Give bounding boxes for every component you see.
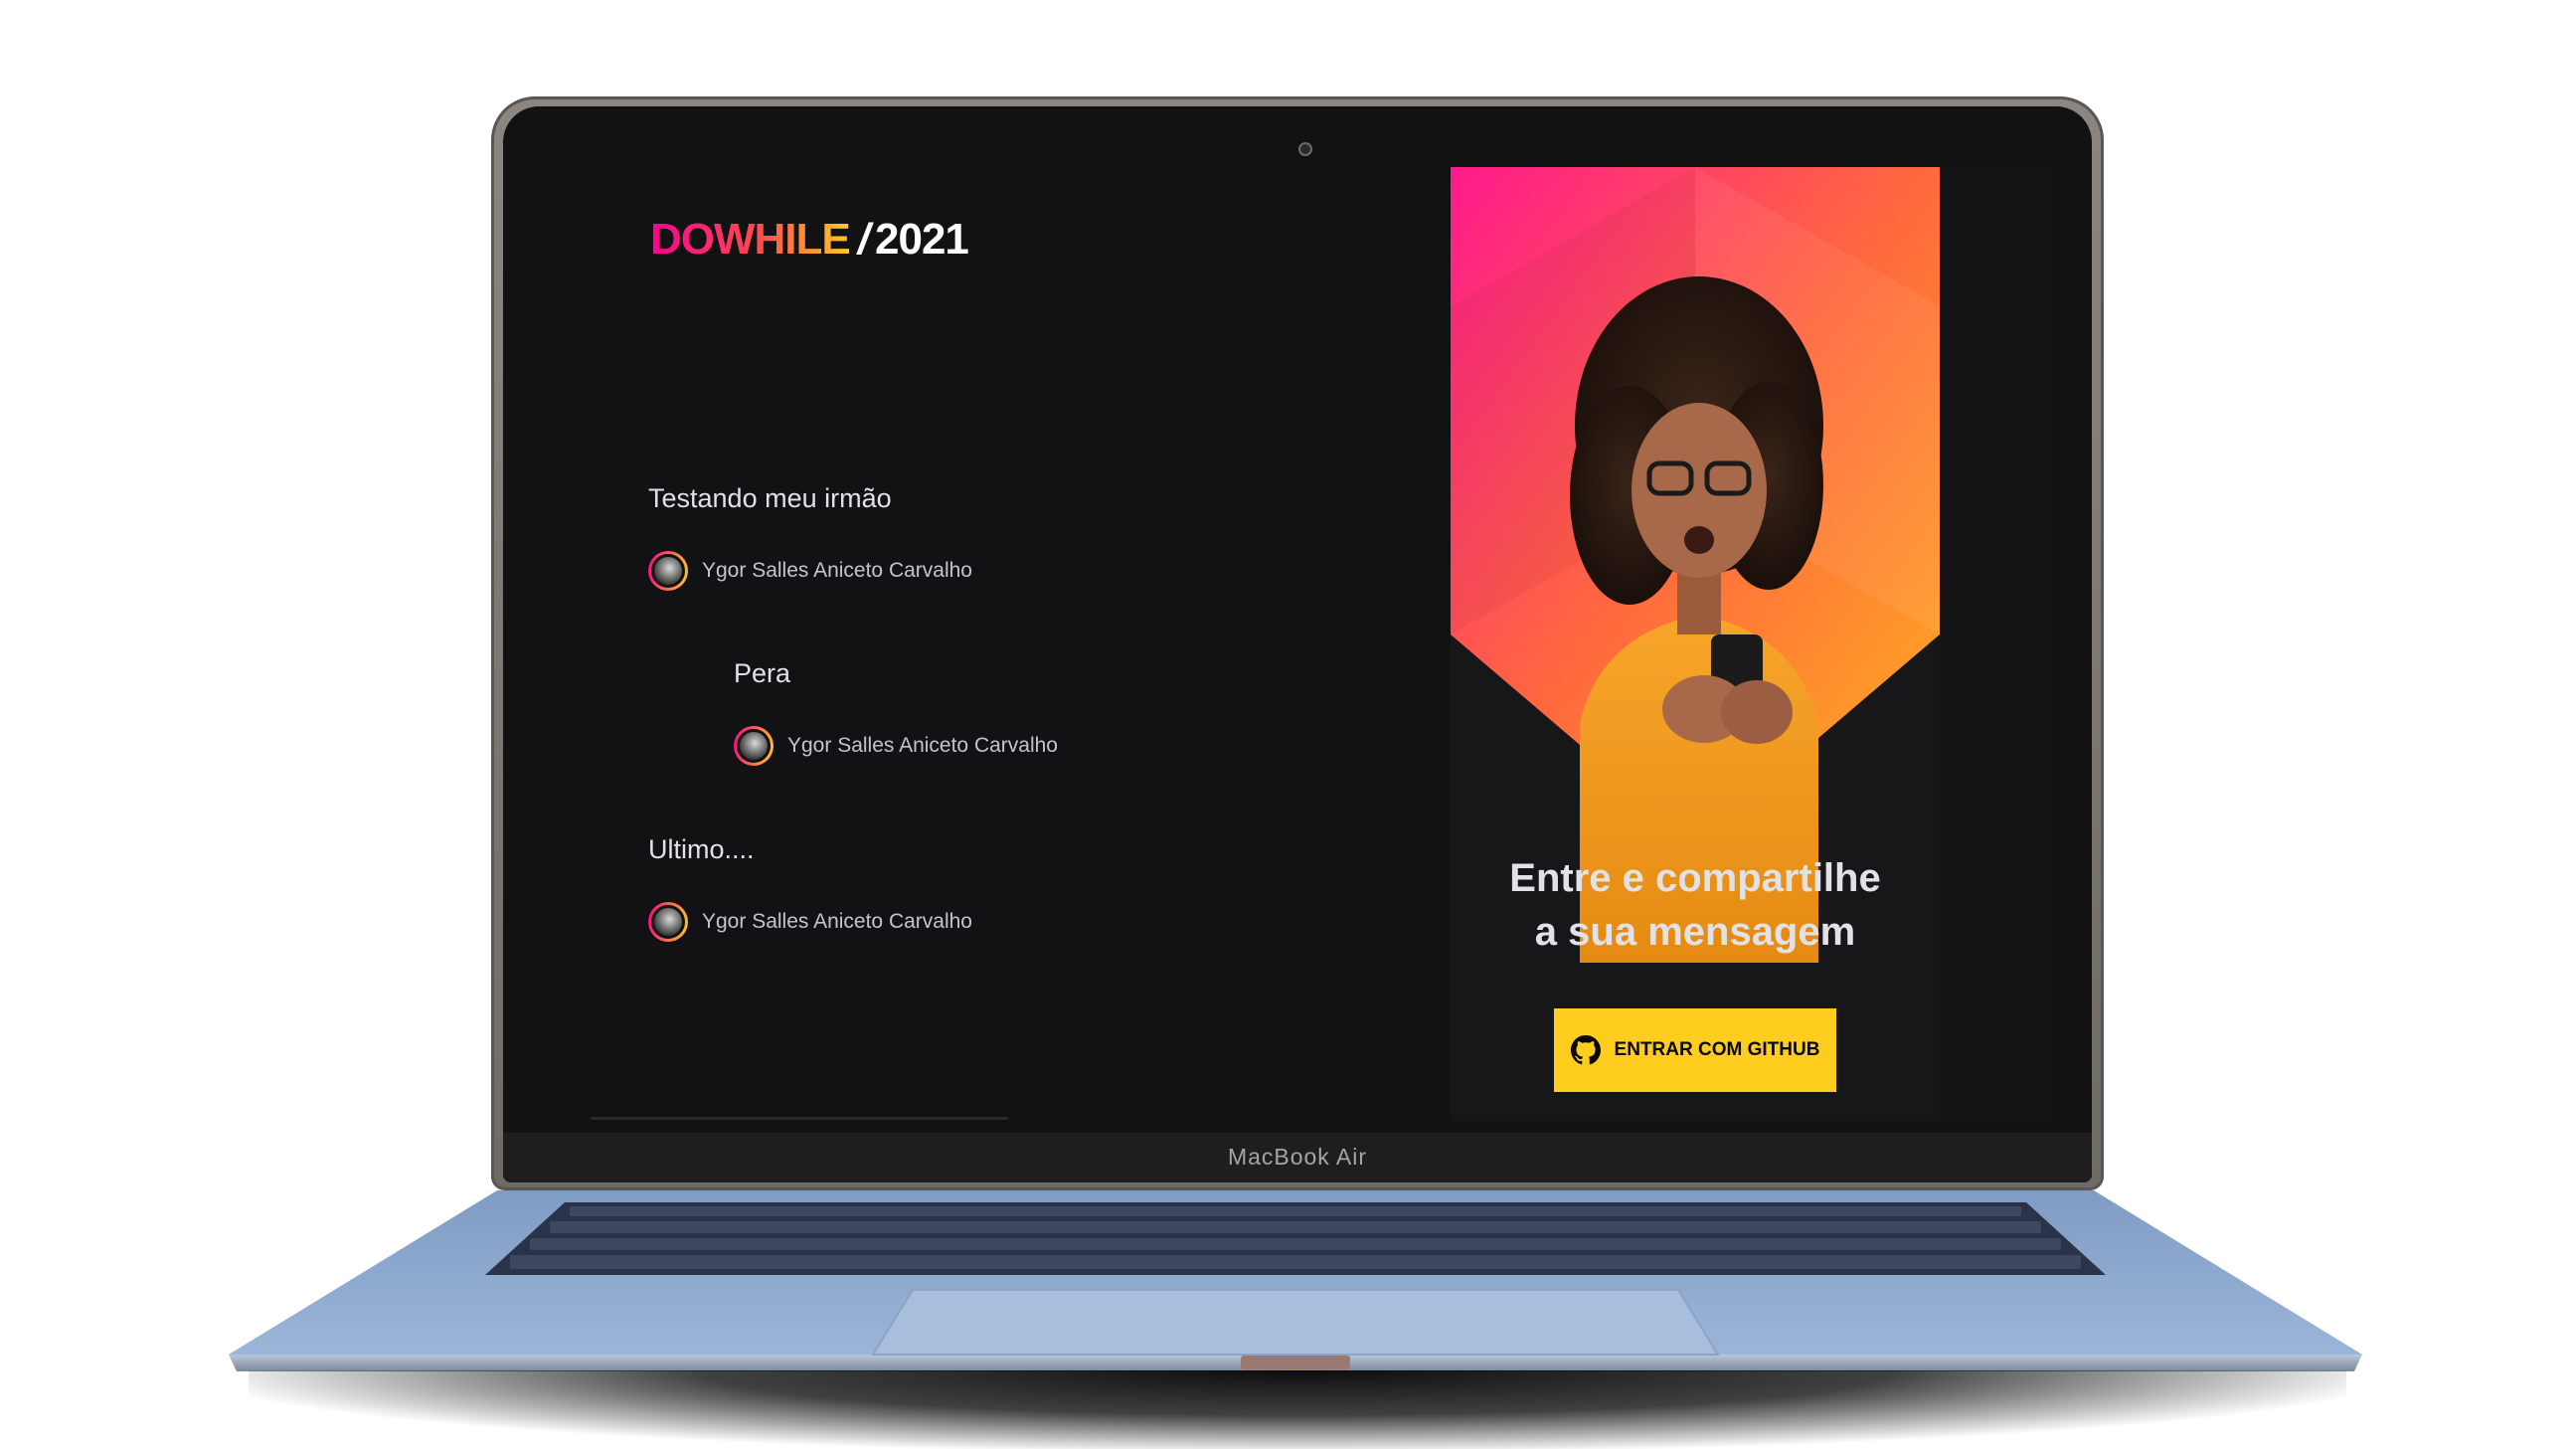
bezel-chin: MacBook Air — [503, 1133, 2092, 1182]
key-row — [550, 1221, 2041, 1233]
key-row — [530, 1238, 2061, 1250]
message-content: Ultimo.... — [648, 834, 755, 864]
logo-separator: / — [857, 215, 870, 264]
app-screen: DOWHILE / 2021 Testando meu irmão Ygor S… — [531, 167, 2054, 1121]
message-author: Ygor Salles Aniceto Carvalho — [734, 726, 1058, 766]
mockup-stage: MacBook Air DOWHILE / 2021 Testando meu … — [0, 0, 2576, 1449]
person-hands — [1721, 680, 1793, 744]
github-login-button[interactable]: ENTRAR COM GITHUB — [1554, 1008, 1836, 1092]
dowhile-logo[interactable]: DOWHILE / 2021 — [650, 215, 969, 265]
message-item: Pera Ygor Salles Aniceto Carvalho — [734, 656, 1058, 766]
avatar-image — [651, 554, 685, 588]
user-name: Ygor Salles Aniceto Carvalho — [702, 559, 972, 582]
message-content: Testando meu irmão — [648, 483, 892, 513]
key-row — [570, 1206, 2021, 1216]
user-name: Ygor Salles Aniceto Carvalho — [787, 734, 1058, 757]
webcam-icon — [1298, 142, 1312, 156]
avatar — [734, 726, 773, 766]
laptop-base — [229, 1190, 2362, 1371]
avatar — [648, 902, 688, 942]
key-row — [510, 1255, 2081, 1269]
user-name: Ygor Salles Aniceto Carvalho — [702, 910, 972, 933]
message-content: Pera — [734, 658, 791, 688]
floor-shadow — [249, 1370, 2346, 1449]
login-headline: Entre e compartilhe a sua mensagem — [1451, 851, 1940, 959]
github-icon — [1570, 1035, 1601, 1065]
person-mouth — [1684, 526, 1714, 554]
headline-line: Entre e compartilhe — [1509, 856, 1881, 900]
message-item: Ultimo.... Ygor Salles Aniceto Carvalho — [648, 832, 972, 942]
banner-illustration — [1451, 167, 1940, 963]
avatar-image — [651, 905, 685, 939]
message-author: Ygor Salles Aniceto Carvalho — [648, 551, 972, 591]
message-list-pane: DOWHILE / 2021 Testando meu irmão Ygor S… — [531, 167, 1451, 1121]
avatar — [648, 551, 688, 591]
scroll-indicator — [591, 1117, 1008, 1120]
github-button-label: ENTRAR COM GITHUB — [1614, 1039, 1820, 1060]
logo-text: DOWHILE — [650, 215, 851, 264]
message-author: Ygor Salles Aniceto Carvalho — [648, 902, 972, 942]
notch — [1241, 1356, 1350, 1369]
model-label: MacBook Air — [1227, 1144, 1368, 1170]
avatar-image — [737, 729, 771, 763]
login-pane: Entre e compartilhe a sua mensagem ENTRA… — [1451, 167, 1940, 1121]
message-item: Testando meu irmão Ygor Salles Aniceto C… — [648, 481, 972, 591]
logo-year: 2021 — [875, 215, 969, 264]
headline-line: a sua mensagem — [1534, 910, 1856, 954]
screen-side-strip — [1940, 167, 2054, 1121]
trackpad[interactable] — [871, 1289, 1720, 1356]
